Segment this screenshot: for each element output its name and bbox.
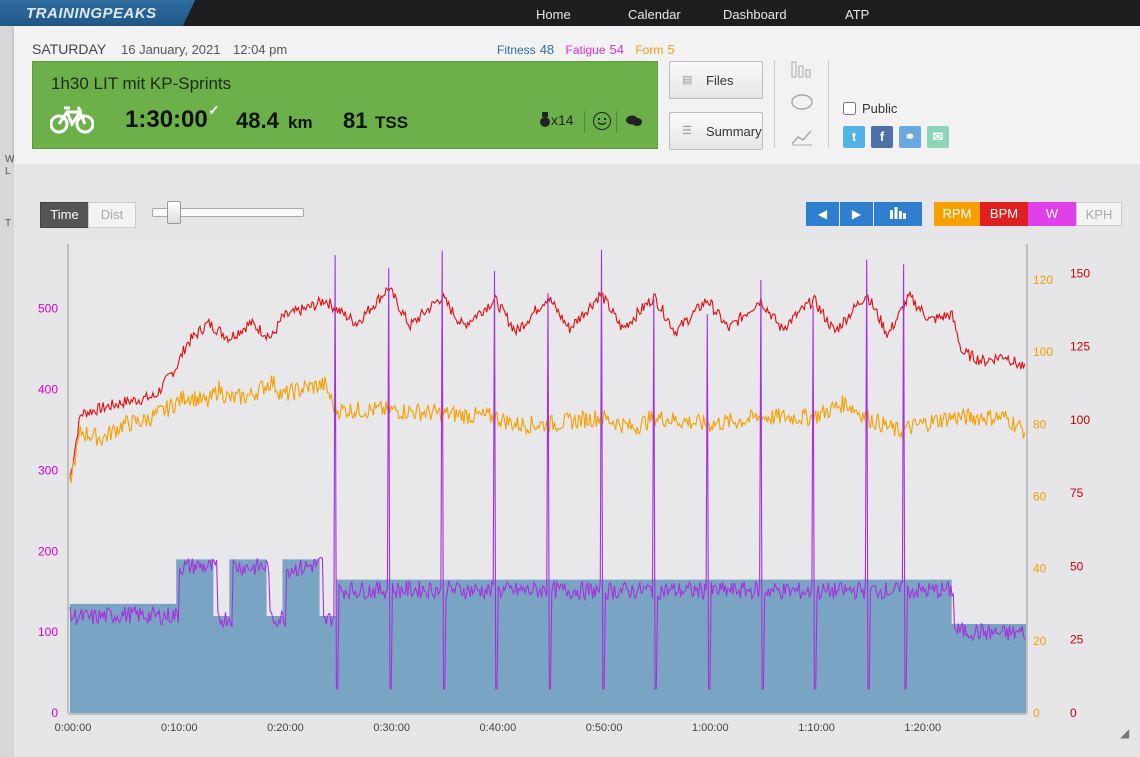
cadence-axis-label: 120 (1033, 273, 1053, 287)
hr-axis-label: 75 (1070, 486, 1084, 500)
power-axis-label: 0 (51, 706, 58, 720)
planned-power-area (70, 559, 1026, 713)
cadence-axis-label: 20 (1033, 634, 1047, 648)
time-axis-label: 1:20:00 (904, 722, 941, 734)
hr-axis-label: 25 (1070, 633, 1084, 647)
time-axis-label: 0:50:00 (586, 722, 623, 734)
cadence-axis-label: 80 (1033, 417, 1047, 431)
time-axis-label: 0:00:00 (55, 722, 92, 734)
hr-axis-label: 100 (1070, 413, 1090, 427)
power-axis-label: 400 (38, 383, 58, 397)
power-axis-label: 200 (38, 544, 58, 558)
hr-axis-label: 0 (1070, 706, 1077, 720)
time-axis-label: 0:20:00 (267, 722, 304, 734)
time-axis-label: 0:10:00 (161, 722, 198, 734)
hr-axis-label: 150 (1070, 266, 1090, 280)
cadence-axis-label: 0 (1033, 706, 1040, 720)
hr-axis-label: 125 (1070, 340, 1090, 354)
time-axis-label: 1:10:00 (798, 722, 835, 734)
cadence-axis-label: 40 (1033, 562, 1047, 576)
hr-axis-label: 50 (1070, 559, 1084, 573)
power-axis-label: 500 (38, 302, 58, 316)
time-axis-label: 0:30:00 (373, 722, 410, 734)
power-axis-label: 100 (38, 625, 58, 639)
cadence-axis-label: 60 (1033, 490, 1047, 504)
time-axis-label: 0:40:00 (480, 722, 517, 734)
resize-handle-icon[interactable]: ◢ (1120, 726, 1129, 740)
cadence-axis-label: 100 (1033, 345, 1053, 359)
power-axis-label: 300 (38, 463, 58, 477)
time-axis-label: 1:00:00 (692, 722, 729, 734)
workout-chart[interactable]: 0 100 200 300 400 500 0 20 40 60 80 100 120 0 25 50 75 10… (0, 0, 1140, 757)
